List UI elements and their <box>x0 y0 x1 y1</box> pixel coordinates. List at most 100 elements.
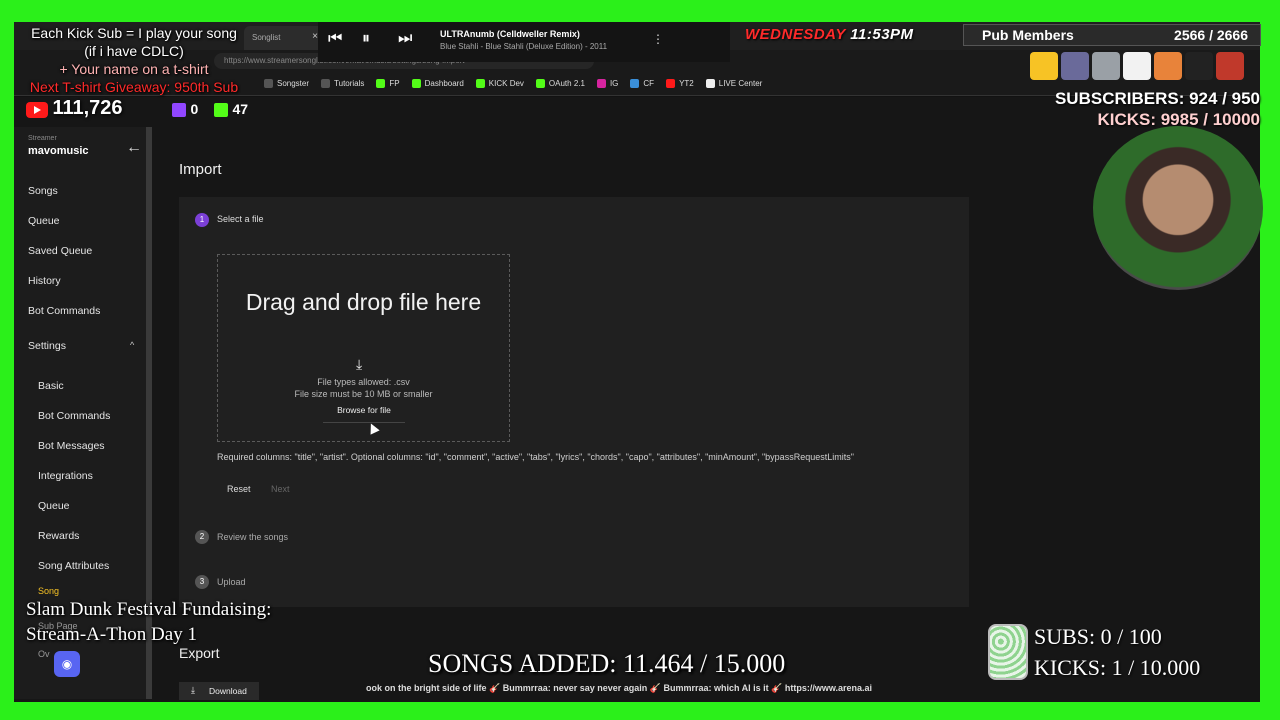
settings-item-queue[interactable]: Queue <box>38 500 70 512</box>
pause-icon[interactable]: ⏸ <box>362 30 370 48</box>
tshirt-image <box>1154 52 1182 80</box>
kicks-goal: KICKS: 9985 / 10000 <box>1097 110 1260 129</box>
subs-goal: SUBS: 0 / 100 <box>1034 624 1162 649</box>
bookmark-item[interactable]: YT2 <box>666 79 694 88</box>
settings-item-bot-commands[interactable]: Bot Commands <box>38 410 110 422</box>
media-artist: Blue Stahli - Blue Stahli (Deluxe Editio… <box>440 42 608 51</box>
youtube-count: 111,726 <box>52 97 123 119</box>
tshirt-image <box>1216 52 1244 80</box>
file-size-text: File size must be 10 MB or smaller <box>294 389 433 399</box>
sidebar-item-queue[interactable]: Queue <box>28 215 60 227</box>
bookmark-item[interactable]: KICK Dev <box>475 79 524 88</box>
songs-added-counter: SONGS ADDED: 11.464 / 15.000 <box>428 649 786 678</box>
youtube-counter: 111,726 <box>26 97 123 120</box>
weekday: WEDNESDAY <box>745 26 846 43</box>
bookmark-item[interactable]: IG <box>596 79 618 88</box>
reset-button[interactable]: Reset <box>227 484 251 494</box>
file-types-text: File types allowed: .csv <box>317 377 410 387</box>
promo-box: Each Kick Sub = I play your song (if i h… <box>16 24 252 96</box>
tshirt-image <box>1030 52 1058 80</box>
bookmark-item[interactable]: Dashboard <box>411 79 464 88</box>
sidebar-item-songs[interactable]: Songs <box>28 185 58 197</box>
download-button[interactable]: ⤓ Download <box>179 682 259 700</box>
download-label: Download <box>209 686 247 696</box>
kick-icon <box>535 79 545 88</box>
export-title: Export <box>179 645 220 661</box>
browse-file-button[interactable]: Browse for file <box>323 405 405 423</box>
sidebar-item-saved-queue[interactable]: Saved Queue <box>28 245 92 257</box>
settings-item-song-attributes[interactable]: Song Attributes <box>38 560 109 572</box>
clock: 11:53PM <box>850 26 914 43</box>
mouse-cursor-icon <box>366 421 380 435</box>
settings-item-song-import[interactable]: Song <box>38 586 59 596</box>
step-2-badge: 2 <box>195 530 209 544</box>
step-1-badge: 1 <box>195 213 209 227</box>
subscribers-goal: SUBSCRIBERS: 924 / 950 <box>1054 89 1260 108</box>
sidebar-item-overlay[interactable]: Ov <box>38 649 50 659</box>
promo-line-3: + Your name on a t-shirt <box>59 61 209 77</box>
youtube-icon <box>26 101 48 118</box>
file-dropzone[interactable]: Drag and drop file here ⤓ File types all… <box>217 254 510 442</box>
chat-ticker: ook on the bright side of life 🎸 Bummrra… <box>366 683 873 693</box>
next-button[interactable]: Next <box>271 484 290 494</box>
settings-item-basic[interactable]: Basic <box>38 380 64 392</box>
bookmark-item[interactable]: OAuth 2.1 <box>535 79 585 88</box>
browser-tab[interactable]: Songlist × <box>244 26 324 50</box>
fundraising-line-2: Stream-A-Thon Day 1 <box>26 624 197 645</box>
bookmark-item[interactable]: Tutorials <box>321 79 364 88</box>
goal-counters: SUBSCRIBERS: 924 / 950 KICKS: 9985 / 100… <box>1055 88 1260 130</box>
next-icon[interactable]: ⏭ <box>398 30 412 48</box>
settings-item-rewards[interactable]: Rewards <box>38 530 79 542</box>
cloudflare-icon <box>630 79 640 88</box>
kick-icon <box>214 102 228 117</box>
step-1-label: Select a file <box>217 214 264 224</box>
previous-icon[interactable]: ⏮ <box>328 30 342 48</box>
webcam-feed <box>1093 126 1263 290</box>
import-stepper: 1 Select a file Drag and drop file here … <box>179 197 969 607</box>
promo-line-1: Each Kick Sub = I play your song <box>31 25 237 41</box>
pub-members-label: Pub Members <box>982 27 1074 43</box>
promo-line-4: Next T-shirt Giveaway: 950th Sub <box>29 79 239 95</box>
tiktok-icon <box>705 79 715 88</box>
more-vert-icon[interactable]: ⋮ <box>652 32 664 46</box>
tshirt-image <box>1092 52 1120 80</box>
youtube-icon <box>666 79 676 88</box>
tab-title: Songlist <box>252 33 281 42</box>
tshirt-gallery <box>1030 52 1244 80</box>
kick-icon <box>376 79 386 88</box>
settings-item-integrations[interactable]: Integrations <box>38 470 93 482</box>
bookmark-item[interactable]: CF <box>630 79 654 88</box>
twitch-counter: 0 <box>172 101 198 119</box>
chevron-up-icon[interactable]: ^ <box>130 340 134 350</box>
tshirt-image <box>1185 52 1213 80</box>
sidebar-item-bot-commands[interactable]: Bot Commands <box>28 305 100 317</box>
pub-members-value: 2566 / 2666 <box>1174 27 1248 43</box>
sidebar-item-history[interactable]: History <box>28 275 61 287</box>
bookmark-item[interactable]: FP <box>376 79 400 88</box>
kick-icon <box>475 79 485 88</box>
kick-counter: 47 <box>214 101 248 119</box>
date-time: WEDNESDAY 11:53PM <box>745 26 914 43</box>
sidebar-item-settings[interactable]: Settings <box>28 340 66 352</box>
streamer-name[interactable]: mavomusic <box>28 145 89 157</box>
instagram-icon <box>596 79 606 88</box>
bookmark-item[interactable]: Songster <box>264 79 309 88</box>
step-3-badge: 3 <box>195 575 209 589</box>
page-title: Import <box>179 161 222 178</box>
dropzone-title: Drag and drop file here <box>245 289 482 315</box>
tshirt-image <box>1061 52 1089 80</box>
twitch-icon <box>172 102 186 117</box>
discord-icon: ◉ <box>54 651 80 677</box>
bookmark-item[interactable]: LIVE Center <box>705 79 762 88</box>
kick-icon <box>411 79 421 88</box>
tip-jar-icon <box>988 624 1028 680</box>
media-song-title: ULTRAnumb (Celldweller Remix) <box>440 29 580 39</box>
required-columns-text: Required columns: "title", "artist". Opt… <box>217 452 854 462</box>
twitch-count: 0 <box>190 101 199 117</box>
kick-count: 47 <box>232 101 249 117</box>
settings-item-bot-messages[interactable]: Bot Messages <box>38 440 105 452</box>
arrow-left-icon[interactable]: ← <box>126 139 142 157</box>
download-icon: ⤓ <box>356 356 363 372</box>
download-icon: ⤓ <box>191 685 195 695</box>
media-player: ⏮ ⏸ ⏭ ULTRAnumb (Celldweller Remix) Blue… <box>318 22 730 62</box>
